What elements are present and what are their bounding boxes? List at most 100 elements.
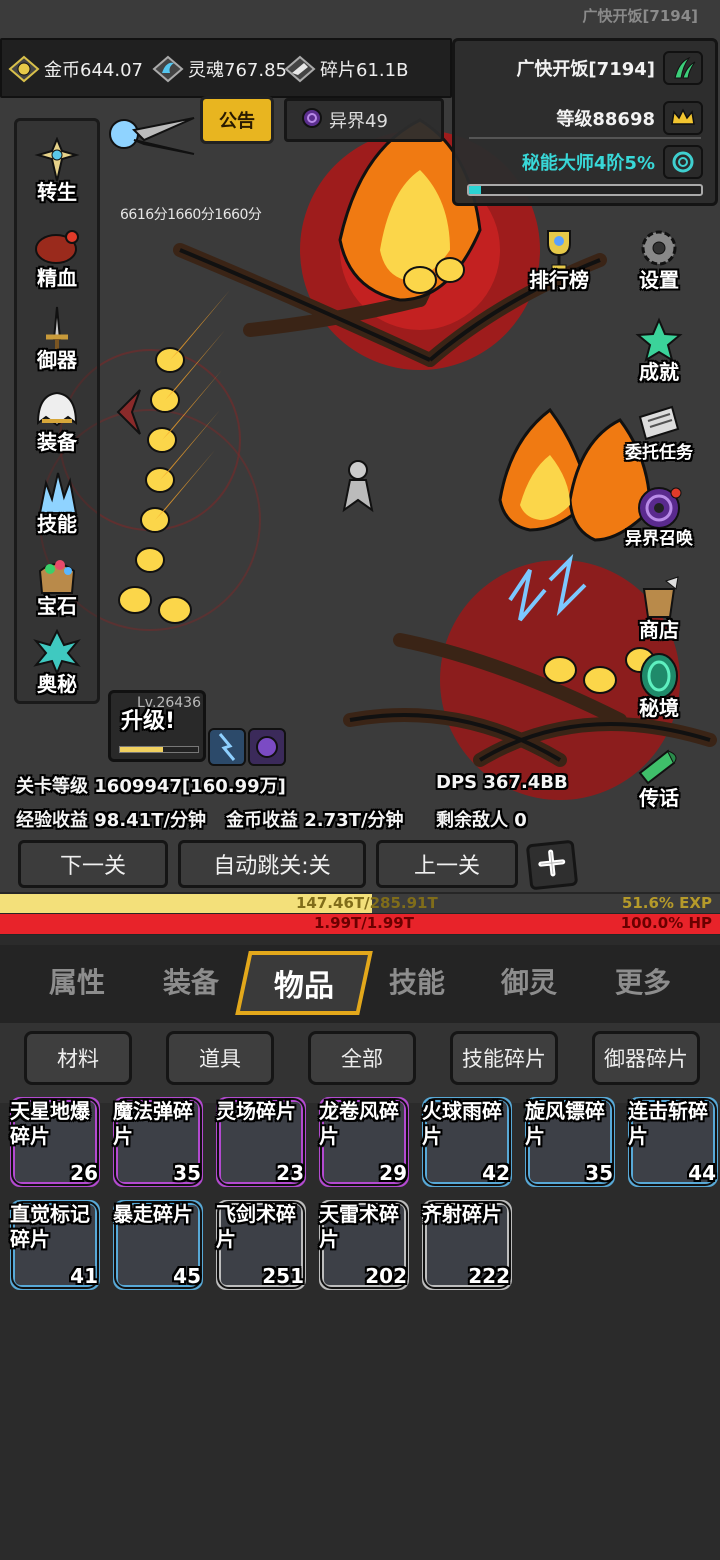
item-name: 灵场碎片 <box>216 1099 296 1123</box>
hp-text: 1.99T/1.99T <box>314 914 414 932</box>
tab-equipment[interactable]: 装备 <box>136 961 246 1001</box>
menu-essence-button[interactable]: 精血 <box>14 222 100 302</box>
filter-bar: 材料 道具 全部 技能碎片 御器碎片 <box>0 1023 720 1103</box>
item-slot[interactable]: 灵场碎片 23 <box>212 1097 306 1191</box>
tab-skills[interactable]: 技能 <box>362 961 472 1001</box>
shard-resource: 碎片61.1B <box>284 54 408 84</box>
menu-essence-label: 精血 <box>37 266 77 290</box>
menu-secret-label: 秘境 <box>639 696 679 720</box>
item-slot[interactable]: 天星地爆碎片 26 <box>6 1097 100 1191</box>
player-info-panel[interactable]: 广快开饭[7194] 等级88698 秘能大师4阶5% <box>452 38 718 206</box>
menu-shop-button[interactable]: 商店 <box>616 574 702 654</box>
item-slot[interactable]: 天雷术碎片 202 <box>315 1200 409 1294</box>
menu-achievements-label: 成就 <box>639 360 679 384</box>
menu-shop-label: 商店 <box>639 618 679 642</box>
stage-level: 关卡等级 1609947[160.99万] <box>16 776 286 797</box>
item-count: 202 <box>365 1264 407 1288</box>
player-level-row: 等级88698 <box>556 101 703 135</box>
player-title: 秘能大师4阶5% <box>521 153 655 174</box>
menu-arcana-button[interactable]: 奥秘 <box>14 628 100 708</box>
menu-skills-button[interactable]: 技能 <box>14 468 100 548</box>
exp-percent: 51.6% EXP <box>621 894 712 912</box>
player-id-label: 广快开饭[7194] <box>582 7 698 25</box>
item-name: 连击斩碎片 <box>628 1099 708 1148</box>
item-slot[interactable]: 旋风镖碎片 35 <box>521 1097 615 1191</box>
exp-income: 经验收益 98.41T/分钟 <box>16 810 207 831</box>
item-name: 直觉标记碎片 <box>10 1202 90 1251</box>
menu-summon-button[interactable]: 异界召唤 <box>616 484 702 564</box>
filter-materials[interactable]: 材料 <box>24 1031 132 1085</box>
skill-slot-orb[interactable] <box>248 728 286 766</box>
prev-stage-button[interactable]: 上一关 <box>376 840 518 888</box>
stage-stats: 关卡等级 1609947[160.99万] DPS 367.4BB 经验收益 9… <box>0 766 720 836</box>
level-up-box[interactable]: Lv.26436 升级! <box>108 690 206 762</box>
item-slot[interactable]: 飞剑术碎片 251 <box>212 1200 306 1294</box>
item-slot[interactable]: 连击斩碎片 44 <box>624 1097 718 1191</box>
item-count: 35 <box>585 1161 613 1185</box>
other-realm-button[interactable]: 异界49 <box>284 98 444 142</box>
gold-amount: 金币644.07 <box>44 60 143 81</box>
menu-quests-button[interactable]: 委托任务 <box>616 398 702 478</box>
item-count: 29 <box>379 1161 407 1185</box>
tab-items[interactable]: 物品 <box>235 951 373 1015</box>
menu-settings-button[interactable]: 设置 <box>616 224 702 304</box>
menu-arcana-label: 奥秘 <box>37 672 77 696</box>
menu-equipment-button[interactable]: 装备 <box>14 386 100 466</box>
auto-skip-button[interactable]: 自动跳关:关 <box>178 840 366 888</box>
tab-attributes[interactable]: 属性 <box>22 961 132 1001</box>
item-count: 41 <box>70 1264 98 1288</box>
filter-all[interactable]: 全部 <box>308 1031 416 1085</box>
menu-ranking-button[interactable]: 排行榜 <box>516 224 602 304</box>
item-slot[interactable]: 龙卷风碎片 29 <box>315 1097 409 1191</box>
filter-props[interactable]: 道具 <box>166 1031 274 1085</box>
add-button[interactable] <box>525 839 579 891</box>
item-name: 天星地爆碎片 <box>10 1099 90 1148</box>
notice-button[interactable]: 公告 <box>200 96 274 144</box>
menu-rebirth-label: 转生 <box>37 180 77 204</box>
player-name: 广快开饭[7194] <box>516 59 655 80</box>
filter-skill-shards[interactable]: 技能碎片 <box>450 1031 558 1085</box>
item-slot[interactable]: 火球雨碎片 42 <box>418 1097 512 1191</box>
panel-divider <box>469 137 701 139</box>
menu-rebirth-button[interactable]: 转生 <box>14 136 100 216</box>
menu-skills-label: 技能 <box>37 512 77 536</box>
soul-icon <box>152 55 184 83</box>
exp-text: 147.46T/285.91T <box>296 894 438 912</box>
gold-income: 金币收益 2.73T/分钟 <box>226 810 404 831</box>
menu-summon-label: 异界召唤 <box>625 529 693 549</box>
claw-weapon-icon[interactable] <box>104 104 200 178</box>
item-name: 魔法弹碎片 <box>113 1099 193 1148</box>
skill-slot-lightning[interactable] <box>208 728 246 766</box>
item-slot[interactable]: 暴走碎片 45 <box>109 1200 203 1294</box>
menu-gems-button[interactable]: 宝石 <box>14 550 100 630</box>
tab-spirits[interactable]: 御灵 <box>474 961 584 1001</box>
next-stage-button[interactable]: 下一关 <box>18 840 168 888</box>
item-slot[interactable]: 齐射碎片 222 <box>418 1200 512 1294</box>
menu-achievements-button[interactable]: 成就 <box>616 316 702 396</box>
player-title-row: 秘能大师4阶5% <box>522 145 703 179</box>
item-count: 251 <box>262 1264 304 1288</box>
tab-more[interactable]: 更多 <box>588 961 698 1001</box>
item-name: 飞剑术碎片 <box>216 1202 296 1251</box>
item-slot[interactable]: 直觉标记碎片 41 <box>6 1200 100 1294</box>
score-3: 1660分 <box>214 207 262 223</box>
item-name: 暴走碎片 <box>113 1202 193 1226</box>
hp-percent: 100.0% HP <box>620 914 712 932</box>
tab-row: 属性 装备 物品 技能 御灵 更多 <box>0 945 720 1023</box>
item-name: 龙卷风碎片 <box>319 1099 399 1148</box>
gold-coin-icon <box>8 55 40 83</box>
item-name: 齐射碎片 <box>422 1202 502 1226</box>
item-count: 26 <box>70 1161 98 1185</box>
menu-weapon-button[interactable]: 御器 <box>14 304 100 384</box>
other-realm-label: 异界49 <box>329 111 388 132</box>
shard-amount: 碎片61.1B <box>320 60 409 81</box>
player-name-row: 广快开饭[7194] <box>516 51 703 85</box>
claw-icon <box>663 51 703 85</box>
tab-items-label: 物品 <box>274 969 334 1004</box>
hp-bar: 1.99T/1.99T 100.0% HP <box>0 914 720 934</box>
filter-weapon-shards[interactable]: 御器碎片 <box>592 1031 700 1085</box>
title-progress-bar <box>467 184 703 196</box>
menu-secret-button[interactable]: 秘境 <box>616 652 702 732</box>
item-slot[interactable]: 魔法弹碎片 35 <box>109 1097 203 1191</box>
level-progress-fill <box>120 747 163 752</box>
